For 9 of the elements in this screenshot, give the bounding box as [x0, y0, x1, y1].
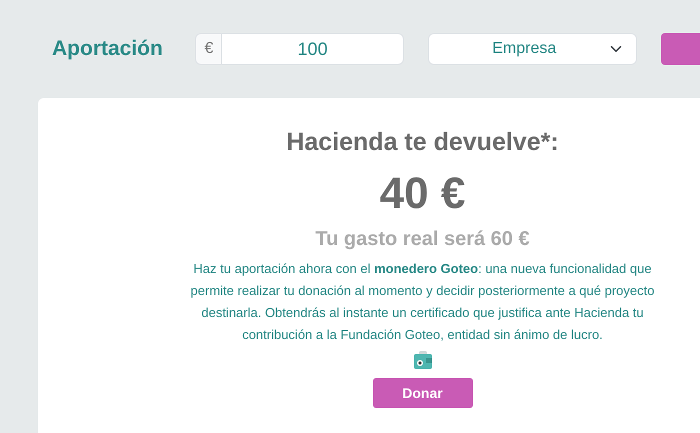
contribution-label: Aportación [52, 36, 164, 62]
wallet-icon [412, 350, 432, 370]
description-text: Haz tu aportación ahora con el monedero Goteo: una nueva funcionalidad que permite realizar tu donación al momento y decidir posteriormente a qué proyecto destinarla. Obtendrás al instante un certificado que justifica ante Hacienda tu contribución a la Fundación Goteo, entidad sin ánimo de lucro. [190, 260, 656, 344]
donate-button[interactable]: Donar [372, 378, 472, 408]
action-button[interactable] [660, 33, 700, 65]
refund-amount: 40 € [378, 168, 466, 220]
real-cost-text: Tu gasto real será 60 € [314, 227, 531, 252]
refund-title: Hacienda te devuelve*: [285, 127, 560, 158]
type-select[interactable]: Empresa [428, 33, 637, 65]
